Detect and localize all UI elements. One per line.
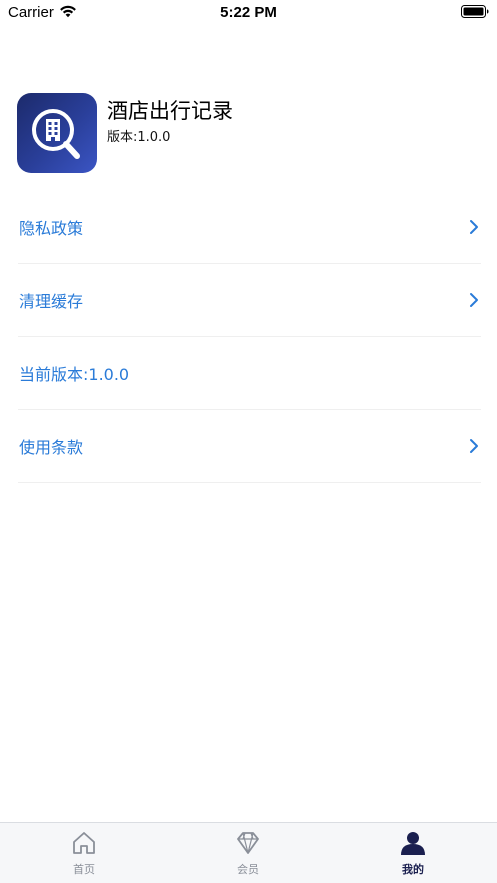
chevron-right-icon bbox=[470, 439, 478, 453]
menu-item-label: 清理缓存 bbox=[19, 292, 84, 311]
app-name: 酒店出行记录 bbox=[107, 99, 233, 123]
app-info-header: 酒店出行记录 版本:1.0.0 bbox=[17, 93, 477, 173]
status-bar: Carrier 5:22 PM bbox=[0, 0, 497, 28]
tab-home[interactable]: 首页 bbox=[24, 823, 144, 883]
diamond-icon bbox=[237, 832, 259, 854]
building-magnifier-icon bbox=[17, 93, 97, 173]
app-version: 版本:1.0.0 bbox=[107, 130, 171, 145]
menu-item-label: 隐私政策 bbox=[19, 219, 84, 238]
tab-membership[interactable]: 会员 bbox=[188, 823, 308, 883]
tab-label: 我的 bbox=[402, 863, 424, 876]
menu-item-privacy-policy[interactable]: 隐私政策 bbox=[18, 191, 481, 264]
menu-item-label: 使用条款 bbox=[19, 438, 84, 457]
tab-label: 会员 bbox=[237, 863, 259, 876]
tab-bar: 首页 会员 我的 bbox=[0, 822, 497, 883]
menu-item-current-version: 当前版本:1.0.0 bbox=[18, 337, 481, 410]
menu-item-label: 当前版本:1.0.0 bbox=[19, 365, 130, 384]
tab-mine[interactable]: 我的 bbox=[353, 823, 473, 883]
profile-screen: Carrier 5:22 PM 酒店出行记录 版本:1.0.0 隐私政策 清理缓… bbox=[0, 0, 497, 883]
settings-menu: 隐私政策 清理缓存 当前版本:1.0.0 使用条款 bbox=[18, 191, 481, 483]
chevron-right-icon bbox=[470, 220, 478, 234]
tab-label: 首页 bbox=[73, 863, 95, 876]
status-time: 5:22 PM bbox=[220, 4, 277, 21]
home-icon bbox=[73, 832, 95, 854]
person-icon bbox=[401, 832, 425, 855]
battery-icon bbox=[461, 5, 489, 18]
chevron-right-icon bbox=[470, 293, 478, 307]
menu-item-terms-of-use[interactable]: 使用条款 bbox=[18, 410, 481, 483]
menu-item-clear-cache[interactable]: 清理缓存 bbox=[18, 264, 481, 337]
